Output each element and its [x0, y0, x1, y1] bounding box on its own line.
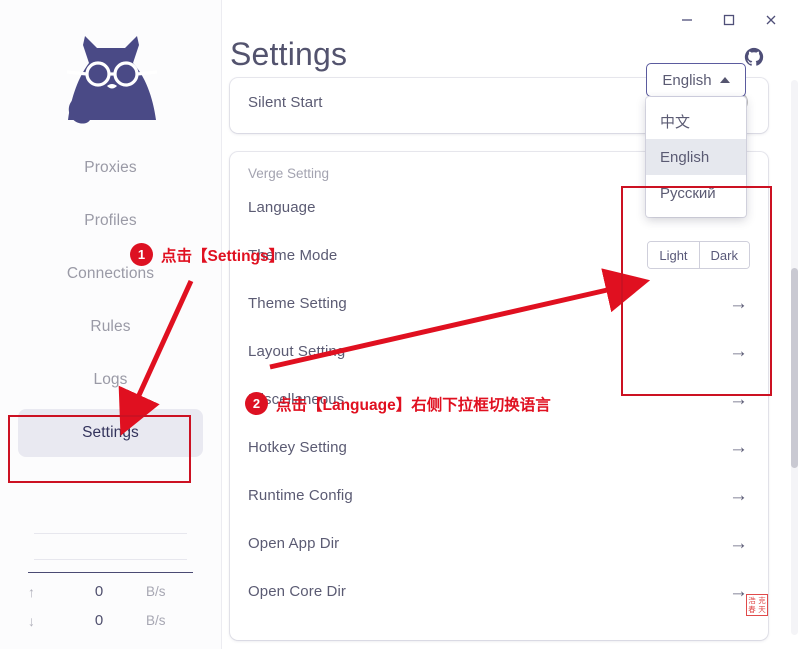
caret-up-icon: [720, 77, 730, 83]
seal-char: 克: [757, 596, 767, 605]
sidebar-item-label: Profiles: [84, 212, 136, 230]
row-label: Hotkey Setting: [248, 439, 729, 456]
sidebar: Proxies Profiles Connections Rules Logs …: [0, 0, 222, 649]
row-theme-setting[interactable]: Theme Setting →: [230, 279, 768, 327]
cat-logo-icon: [53, 21, 169, 129]
sidebar-item-rules[interactable]: Rules: [18, 303, 203, 351]
sparkline-gridline: [34, 559, 187, 560]
window-titlebar: [222, 0, 800, 40]
row-label: Miscellaneous: [248, 391, 729, 408]
theme-mode-button-group[interactable]: Light Dark: [647, 241, 750, 269]
github-icon[interactable]: [743, 46, 765, 68]
sidebar-item-label: Connections: [67, 265, 154, 283]
language-option-english[interactable]: English: [646, 139, 746, 175]
download-arrow-icon: ↓: [28, 613, 68, 629]
chevron-right-icon[interactable]: →: [729, 342, 750, 361]
verge-settings-card: Verge Setting Language Theme Mode Light …: [230, 152, 768, 640]
sidebar-nav: Proxies Profiles Connections Rules Logs …: [0, 144, 221, 462]
sidebar-item-logs[interactable]: Logs: [18, 356, 203, 404]
language-select-value: English: [662, 72, 711, 89]
language-dropdown-menu[interactable]: 中文 English Русский: [646, 97, 746, 217]
sidebar-item-label: Proxies: [84, 159, 136, 177]
page-title: Settings: [230, 36, 347, 73]
chevron-right-icon[interactable]: →: [729, 294, 750, 313]
scrollbar-thumb[interactable]: [791, 268, 798, 468]
traffic-download-row: ↓ 0 B/s: [28, 606, 193, 635]
chevron-right-icon[interactable]: →: [729, 438, 750, 457]
theme-mode-option-dark[interactable]: Dark: [700, 242, 749, 268]
option-label: 中文: [660, 111, 690, 132]
option-label: English: [660, 149, 709, 166]
traffic-panel: ↑ 0 B/s ↓ 0 B/s: [0, 521, 221, 649]
sidebar-spacer: [0, 462, 221, 521]
sidebar-item-settings[interactable]: Settings: [18, 409, 203, 457]
maximize-button[interactable]: [708, 5, 750, 35]
upload-unit: B/s: [130, 584, 193, 599]
row-label: Open App Dir: [248, 535, 729, 552]
row-theme-mode[interactable]: Theme Mode Light Dark: [230, 231, 768, 279]
sidebar-item-label: Settings: [82, 424, 139, 442]
traffic-upload-row: ↑ 0 B/s: [28, 577, 193, 606]
row-miscellaneous[interactable]: Miscellaneous →: [230, 375, 768, 423]
main-content: Settings Silent Start Verge Setting Lang…: [222, 0, 800, 649]
language-option-russian[interactable]: Русский: [646, 175, 746, 211]
upload-arrow-icon: ↑: [28, 584, 68, 600]
seal-char: 浩: [747, 596, 757, 605]
seal-char: 天: [757, 605, 767, 614]
download-unit: B/s: [130, 613, 193, 628]
row-label: Theme Mode: [248, 247, 647, 264]
row-label: Runtime Config: [248, 487, 729, 504]
row-label: Layout Setting: [248, 343, 729, 360]
sparkline-axis: [28, 572, 193, 573]
row-open-core-dir[interactable]: Open Core Dir →: [230, 567, 768, 615]
sidebar-item-connections[interactable]: Connections: [18, 250, 203, 298]
upload-value: 0: [68, 583, 130, 600]
row-label: Silent Start: [248, 94, 708, 111]
seal-char: 春: [747, 605, 757, 614]
minimize-button[interactable]: [666, 5, 708, 35]
language-option-chinese[interactable]: 中文: [646, 103, 746, 139]
close-button[interactable]: [750, 5, 792, 35]
row-hotkey-setting[interactable]: Hotkey Setting →: [230, 423, 768, 471]
row-open-app-dir[interactable]: Open App Dir →: [230, 519, 768, 567]
language-select[interactable]: English: [646, 63, 746, 97]
row-layout-setting[interactable]: Layout Setting →: [230, 327, 768, 375]
row-label: Open Core Dir: [248, 583, 729, 600]
download-value: 0: [68, 612, 130, 629]
sidebar-item-proxies[interactable]: Proxies: [18, 144, 203, 192]
chevron-right-icon[interactable]: →: [729, 534, 750, 553]
watermark-seal: 浩 克 春 天: [746, 594, 768, 616]
theme-mode-option-light[interactable]: Light: [648, 242, 699, 268]
chevron-right-icon[interactable]: →: [729, 486, 750, 505]
app-logo: [0, 0, 221, 142]
traffic-sparkline: [28, 521, 193, 571]
sparkline-gridline: [34, 533, 187, 534]
row-label: Theme Setting: [248, 295, 729, 312]
chevron-right-icon[interactable]: →: [729, 390, 750, 409]
option-label: Русский: [660, 185, 716, 202]
sidebar-item-profiles[interactable]: Profiles: [18, 197, 203, 245]
sidebar-item-label: Rules: [90, 318, 130, 336]
sidebar-item-label: Logs: [93, 371, 127, 389]
row-runtime-config[interactable]: Runtime Config →: [230, 471, 768, 519]
app-window: Proxies Profiles Connections Rules Logs …: [0, 0, 800, 649]
